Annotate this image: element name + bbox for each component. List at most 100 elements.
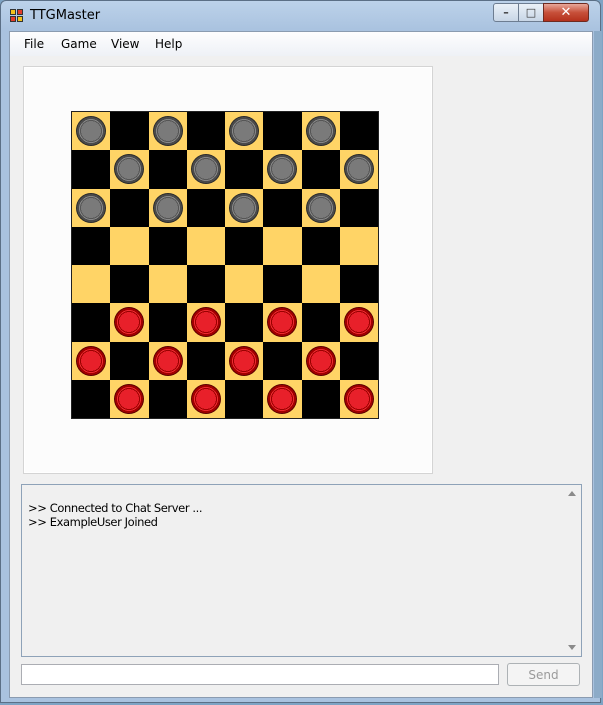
board-square[interactable] bbox=[148, 226, 187, 265]
board-square[interactable] bbox=[339, 265, 378, 304]
gray-checker-piece[interactable] bbox=[305, 192, 336, 223]
board-square[interactable] bbox=[263, 150, 302, 189]
board-square[interactable] bbox=[263, 341, 302, 380]
maximize-button[interactable]: □ bbox=[518, 3, 544, 22]
board-square[interactable] bbox=[148, 188, 187, 227]
board-square[interactable] bbox=[225, 150, 264, 189]
board-square[interactable] bbox=[225, 226, 264, 265]
board-square[interactable] bbox=[110, 379, 149, 418]
board-square[interactable] bbox=[148, 379, 187, 418]
red-checker-piece[interactable] bbox=[190, 383, 221, 414]
board-square[interactable] bbox=[339, 150, 378, 189]
board-square[interactable] bbox=[301, 303, 340, 342]
board-square[interactable] bbox=[110, 150, 149, 189]
send-button[interactable]: Send bbox=[507, 663, 580, 686]
gray-checker-piece[interactable] bbox=[229, 116, 260, 147]
menu-game[interactable]: Game bbox=[61, 37, 97, 51]
board-square[interactable] bbox=[110, 341, 149, 380]
gray-checker-piece[interactable] bbox=[305, 116, 336, 147]
board-square[interactable] bbox=[72, 341, 111, 380]
board-square[interactable] bbox=[148, 150, 187, 189]
board-square[interactable] bbox=[225, 379, 264, 418]
board-square[interactable] bbox=[225, 188, 264, 227]
board-square[interactable] bbox=[263, 188, 302, 227]
board-square[interactable] bbox=[110, 188, 149, 227]
board-square[interactable] bbox=[148, 341, 187, 380]
red-checker-piece[interactable] bbox=[190, 307, 221, 338]
red-checker-piece[interactable] bbox=[114, 307, 145, 338]
red-checker-piece[interactable] bbox=[76, 345, 107, 376]
board-square[interactable] bbox=[148, 303, 187, 342]
board-square[interactable] bbox=[301, 379, 340, 418]
gray-checker-piece[interactable] bbox=[114, 154, 145, 185]
red-checker-piece[interactable] bbox=[267, 383, 298, 414]
board-square[interactable] bbox=[110, 265, 149, 304]
board-square[interactable] bbox=[186, 303, 225, 342]
menu-view[interactable]: View bbox=[111, 37, 139, 51]
board-square[interactable] bbox=[301, 226, 340, 265]
board-square[interactable] bbox=[186, 379, 225, 418]
board-square[interactable] bbox=[72, 150, 111, 189]
gray-checker-piece[interactable] bbox=[76, 116, 107, 147]
board-square[interactable] bbox=[186, 341, 225, 380]
board-square[interactable] bbox=[148, 112, 187, 151]
title-bar[interactable]: TTGMaster – □ ✕ bbox=[1, 1, 600, 31]
scroll-up-icon[interactable] bbox=[568, 491, 576, 496]
board-square[interactable] bbox=[301, 188, 340, 227]
board-square[interactable] bbox=[72, 226, 111, 265]
gray-checker-piece[interactable] bbox=[343, 154, 374, 185]
board-square[interactable] bbox=[186, 150, 225, 189]
board-square[interactable] bbox=[186, 188, 225, 227]
board-square[interactable] bbox=[263, 265, 302, 304]
board-square[interactable] bbox=[225, 112, 264, 151]
red-checker-piece[interactable] bbox=[267, 307, 298, 338]
board-square[interactable] bbox=[339, 188, 378, 227]
board-square[interactable] bbox=[186, 226, 225, 265]
board-square[interactable] bbox=[72, 379, 111, 418]
board-square[interactable] bbox=[339, 112, 378, 151]
board-square[interactable] bbox=[72, 188, 111, 227]
board-square[interactable] bbox=[225, 303, 264, 342]
chat-message-input[interactable] bbox=[21, 664, 499, 685]
gray-checker-piece[interactable] bbox=[190, 154, 221, 185]
board-square[interactable] bbox=[110, 303, 149, 342]
chat-scrollbar[interactable] bbox=[564, 485, 581, 656]
gray-checker-piece[interactable] bbox=[152, 192, 183, 223]
gray-checker-piece[interactable] bbox=[229, 192, 260, 223]
scroll-down-icon[interactable] bbox=[568, 645, 576, 650]
board-square[interactable] bbox=[339, 226, 378, 265]
board-square[interactable] bbox=[72, 265, 111, 304]
board-square[interactable] bbox=[186, 265, 225, 304]
board-square[interactable] bbox=[263, 226, 302, 265]
board-square[interactable] bbox=[301, 341, 340, 380]
board-square[interactable] bbox=[301, 265, 340, 304]
board-square[interactable] bbox=[110, 226, 149, 265]
red-checker-piece[interactable] bbox=[229, 345, 260, 376]
board-square[interactable] bbox=[339, 341, 378, 380]
gray-checker-piece[interactable] bbox=[76, 192, 107, 223]
menu-file[interactable]: File bbox=[24, 37, 44, 51]
checkers-board[interactable] bbox=[71, 111, 379, 419]
board-square[interactable] bbox=[263, 303, 302, 342]
board-square[interactable] bbox=[148, 265, 187, 304]
red-checker-piece[interactable] bbox=[343, 383, 374, 414]
gray-checker-piece[interactable] bbox=[152, 116, 183, 147]
board-square[interactable] bbox=[225, 265, 264, 304]
board-square[interactable] bbox=[301, 150, 340, 189]
close-button[interactable]: ✕ bbox=[543, 3, 589, 22]
board-square[interactable] bbox=[301, 112, 340, 151]
red-checker-piece[interactable] bbox=[114, 383, 145, 414]
board-square[interactable] bbox=[263, 379, 302, 418]
menu-help[interactable]: Help bbox=[155, 37, 182, 51]
board-square[interactable] bbox=[339, 303, 378, 342]
gray-checker-piece[interactable] bbox=[267, 154, 298, 185]
minimize-button[interactable]: – bbox=[493, 3, 519, 22]
board-square[interactable] bbox=[110, 112, 149, 151]
board-square[interactable] bbox=[72, 112, 111, 151]
board-square[interactable] bbox=[72, 303, 111, 342]
chat-log[interactable]: >> Connected to Chat Server ... >> Examp… bbox=[21, 484, 582, 657]
board-square[interactable] bbox=[225, 341, 264, 380]
red-checker-piece[interactable] bbox=[152, 345, 183, 376]
red-checker-piece[interactable] bbox=[305, 345, 336, 376]
red-checker-piece[interactable] bbox=[343, 307, 374, 338]
